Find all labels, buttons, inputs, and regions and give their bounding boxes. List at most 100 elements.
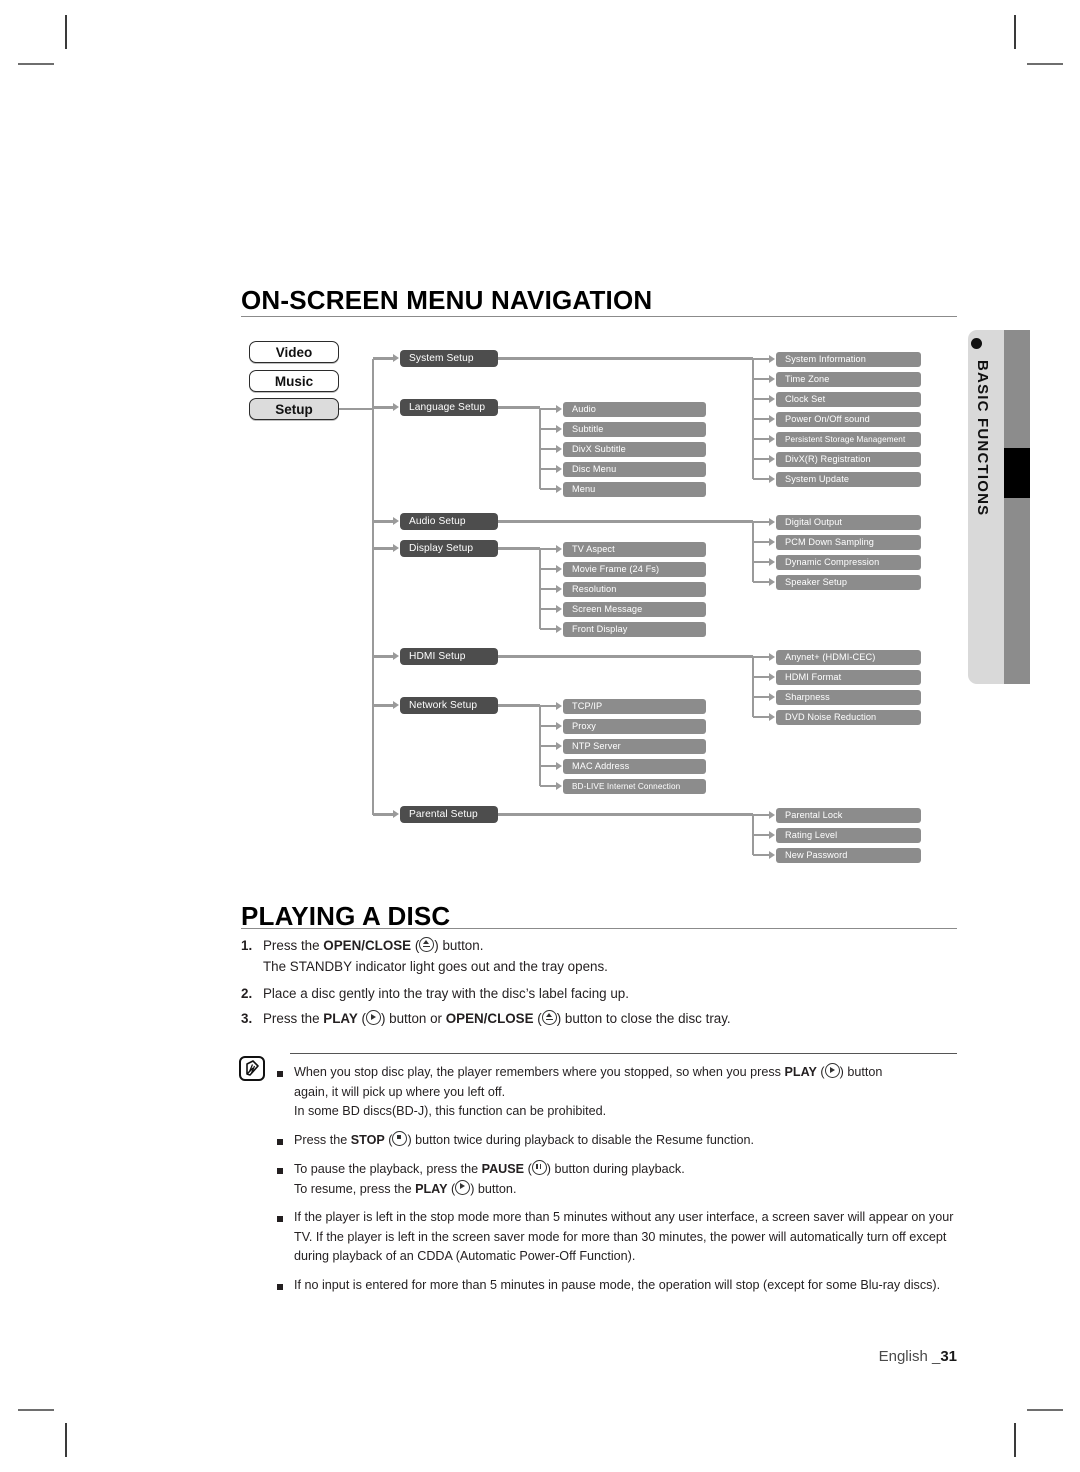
crop-mark-top-left-vertical: [65, 15, 67, 49]
submenu-box-front-display[interactable]: Front Display: [563, 622, 706, 637]
connector-to-resolution: [540, 588, 556, 591]
step-number: 3.: [241, 1011, 253, 1026]
side-tab-current-marker: [1004, 448, 1030, 498]
root-menu-item-setup[interactable]: Setup: [249, 398, 339, 420]
submenu-box-digital-output[interactable]: Digital Output: [776, 515, 921, 530]
submenu-box-system-update[interactable]: System Update: [776, 472, 921, 487]
submenu-box-mac-address[interactable]: MAC Address: [563, 759, 706, 774]
submenu-box-power-on-off-sound[interactable]: Power On/Off sound: [776, 412, 921, 427]
step-subline: The STANDBY indicator light goes out and…: [263, 959, 608, 974]
submenu-box-ntp-server[interactable]: NTP Server: [563, 739, 706, 754]
playing-step: 1. Press the OPEN/CLOSE () button. The ST…: [241, 935, 957, 977]
connector-to-parental-lock: [753, 814, 769, 817]
submenu-box-bd-live-internet-connection[interactable]: BD-LIVE Internet Connection: [563, 779, 706, 794]
menu-box-network-setup[interactable]: Network Setup: [400, 697, 498, 714]
connector-to-display-setup: [373, 547, 393, 550]
submenu-box-screen-message[interactable]: Screen Message: [563, 602, 706, 617]
play-icon: [455, 1179, 471, 1195]
menu-box-system-setup[interactable]: System Setup: [400, 350, 498, 367]
connector-network-setup-stem: [498, 704, 540, 707]
note-item: If the player is left in the stop mode m…: [277, 1208, 957, 1267]
connector-to-proxy: [540, 725, 556, 728]
menu-box-display-setup[interactable]: Display Setup: [400, 540, 498, 557]
submenu-box-new-password[interactable]: New Password: [776, 848, 921, 863]
arrow-to-proxy: [556, 722, 562, 730]
menu-box-parental-setup[interactable]: Parental Setup: [400, 806, 498, 823]
note-text: To pause the playback, press the PAUSE (…: [294, 1160, 685, 1196]
connector-to-bd-live-internet-connection: [540, 785, 556, 788]
submenu-box-resolution[interactable]: Resolution: [563, 582, 706, 597]
connector-parental-setup-stem: [498, 813, 753, 816]
section-title-navigation: ON-SCREEN MENU NAVIGATION: [241, 280, 652, 317]
connector-hdmi-setup-stem: [498, 655, 753, 658]
connector-display-setup-stem: [498, 547, 540, 550]
submenu-box-movie-frame-24-fs-[interactable]: Movie Frame (24 Fs): [563, 562, 706, 577]
submenu-box-speaker-setup[interactable]: Speaker Setup: [776, 575, 921, 590]
note-bullet-icon: [277, 1131, 294, 1152]
submenu-box-pcm-down-sampling[interactable]: PCM Down Sampling: [776, 535, 921, 550]
submenu-box-anynet-hdmi-cec-[interactable]: Anynet+ (HDMI-CEC): [776, 650, 921, 665]
submenu-box-hdmi-format[interactable]: HDMI Format: [776, 670, 921, 685]
connector-to-dvd-noise-reduction: [753, 716, 769, 719]
submenu-box-disc-menu[interactable]: Disc Menu: [563, 462, 706, 477]
menu-box-language-setup[interactable]: Language Setup: [400, 399, 498, 416]
root-menu-item-music[interactable]: Music: [249, 370, 339, 392]
submenu-box-audio[interactable]: Audio: [563, 402, 706, 417]
connector-to-hdmi-format: [753, 676, 769, 679]
connector-to-disc-menu: [540, 468, 556, 471]
arrow-to-audio: [556, 405, 562, 413]
submenu-box-parental-lock[interactable]: Parental Lock: [776, 808, 921, 823]
submenu-box-persistent-storage-management[interactable]: Persistent Storage Management: [776, 432, 921, 447]
note-item: Press the STOP () button twice during pl…: [277, 1130, 957, 1152]
menu-box-audio-setup[interactable]: Audio Setup: [400, 513, 498, 530]
arrow-to-system-update: [769, 475, 775, 483]
connector-network-setup-spine: [538, 705, 542, 787]
submenu-box-dvd-noise-reduction[interactable]: DVD Noise Reduction: [776, 710, 921, 725]
note-text: If no input is entered for more than 5 m…: [294, 1277, 941, 1292]
stop-icon: [392, 1130, 408, 1146]
submenu-box-menu[interactable]: Menu: [563, 482, 706, 497]
connector-audio-setup-spine: [751, 521, 755, 583]
footer-page-number: 31: [940, 1348, 957, 1365]
submenu-box-dynamic-compression[interactable]: Dynamic Compression: [776, 555, 921, 570]
arrow-to-clock-set: [769, 395, 775, 403]
arrow-to-mac-address: [556, 762, 562, 770]
arrow-to-disc-menu: [556, 465, 562, 473]
submenu-box-clock-set[interactable]: Clock Set: [776, 392, 921, 407]
connector-to-divx-subtitle: [540, 448, 556, 451]
connector-to-ntp-server: [540, 745, 556, 748]
submenu-box-tv-aspect[interactable]: TV Aspect: [563, 542, 706, 557]
connector-to-dynamic-compression: [753, 561, 769, 564]
arrow-to-parental-setup: [393, 810, 399, 819]
arrow-to-rating-level: [769, 831, 775, 839]
connector-to-pcm-down-sampling: [753, 541, 769, 544]
arrow-to-audio-setup: [393, 517, 399, 526]
submenu-box-time-zone[interactable]: Time Zone: [776, 372, 921, 387]
submenu-box-tcp-ip[interactable]: TCP/IP: [563, 699, 706, 714]
submenu-box-sharpness[interactable]: Sharpness: [776, 690, 921, 705]
side-tab-bullet-icon: [971, 338, 982, 349]
arrow-to-system-setup: [393, 354, 399, 363]
submenu-box-subtitle[interactable]: Subtitle: [563, 422, 706, 437]
submenu-box-divx-r-registration[interactable]: DivX(R) Registration: [776, 452, 921, 467]
arrow-to-dvd-noise-reduction: [769, 713, 775, 721]
connector-language-setup-stem: [498, 406, 540, 409]
connector-to-rating-level: [753, 834, 769, 837]
arrow-to-power-on-off-sound: [769, 415, 775, 423]
submenu-box-proxy[interactable]: Proxy: [563, 719, 706, 734]
arrow-to-language-setup: [393, 403, 399, 412]
step-number: 2.: [241, 986, 253, 1001]
note-bullet-icon: [277, 1160, 294, 1199]
connector-to-mac-address: [540, 765, 556, 768]
connector-to-screen-message: [540, 608, 556, 611]
submenu-box-rating-level[interactable]: Rating Level: [776, 828, 921, 843]
submenu-box-divx-subtitle[interactable]: DivX Subtitle: [563, 442, 706, 457]
root-menu-item-video[interactable]: Video: [249, 341, 339, 363]
crop-mark-bottom-left-vertical: [65, 1423, 67, 1457]
page-footer: English _31: [879, 1348, 957, 1365]
submenu-box-system-information[interactable]: System Information: [776, 352, 921, 367]
menu-box-hdmi-setup[interactable]: HDMI Setup: [400, 648, 498, 665]
crop-mark-bottom-right-vertical: [1014, 1423, 1016, 1457]
arrow-to-time-zone: [769, 375, 775, 383]
connector-to-subtitle: [540, 428, 556, 431]
